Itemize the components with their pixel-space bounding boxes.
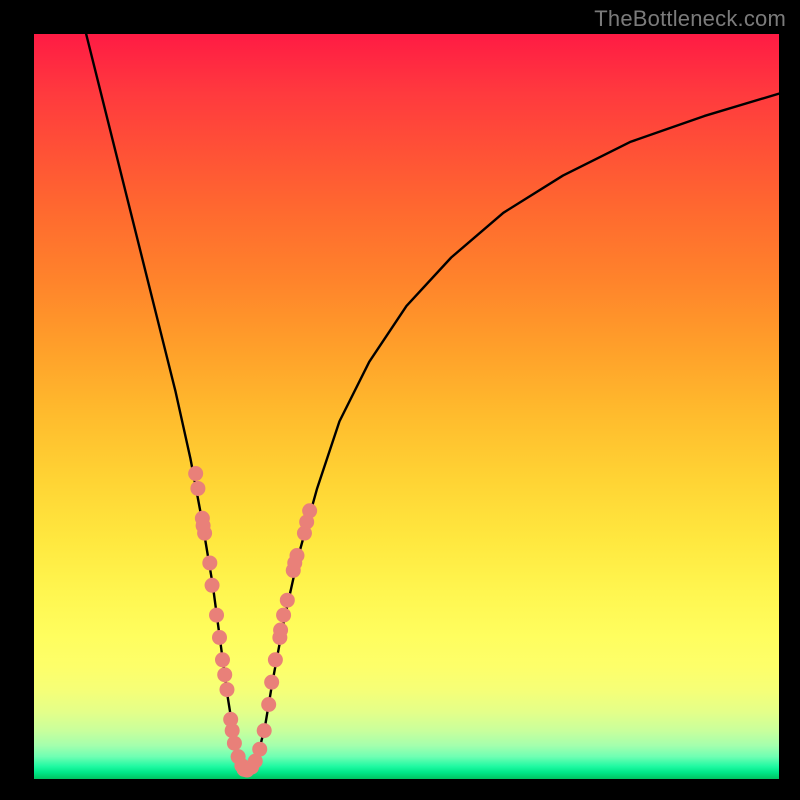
data-point bbox=[217, 667, 232, 682]
data-point bbox=[299, 514, 314, 529]
data-point bbox=[268, 652, 283, 667]
data-point bbox=[231, 749, 246, 764]
data-point bbox=[195, 511, 210, 526]
data-point bbox=[276, 608, 291, 623]
data-point bbox=[286, 563, 301, 578]
data-point bbox=[215, 652, 230, 667]
data-point bbox=[273, 623, 288, 638]
data-point bbox=[237, 762, 252, 777]
data-point bbox=[223, 712, 238, 727]
watermark-text: TheBottleneck.com bbox=[594, 6, 786, 32]
data-point bbox=[240, 763, 255, 778]
data-point bbox=[272, 630, 287, 645]
data-point bbox=[234, 758, 249, 773]
data-point bbox=[257, 723, 272, 738]
data-point bbox=[212, 630, 227, 645]
data-point bbox=[188, 466, 203, 481]
data-point bbox=[197, 526, 212, 541]
data-point bbox=[297, 526, 312, 541]
data-point bbox=[244, 760, 259, 775]
data-point bbox=[225, 723, 240, 738]
data-point bbox=[280, 593, 295, 608]
data-point bbox=[248, 754, 263, 769]
data-point bbox=[196, 518, 211, 533]
data-point bbox=[209, 608, 224, 623]
data-point bbox=[190, 481, 205, 496]
data-point bbox=[227, 736, 242, 751]
data-point bbox=[264, 675, 279, 690]
data-point bbox=[205, 578, 220, 593]
chart-frame: TheBottleneck.com bbox=[0, 0, 800, 800]
data-point bbox=[252, 742, 267, 757]
data-point bbox=[202, 555, 217, 570]
data-point bbox=[289, 548, 304, 563]
data-point bbox=[261, 697, 276, 712]
plot-area bbox=[34, 34, 779, 779]
data-point bbox=[287, 555, 302, 570]
bottleneck-curve bbox=[34, 34, 779, 779]
data-point bbox=[302, 503, 317, 518]
highlight-dots bbox=[34, 34, 779, 779]
data-point bbox=[219, 682, 234, 697]
